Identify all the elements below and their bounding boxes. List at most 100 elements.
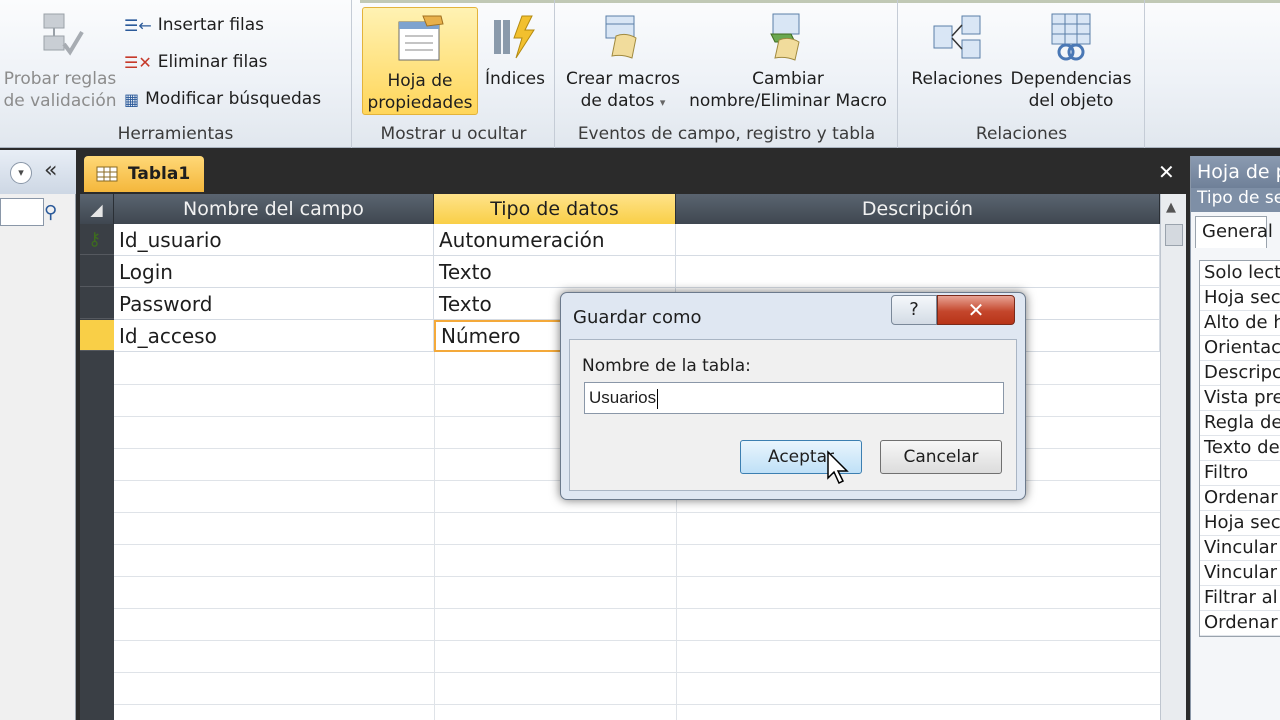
- grid-line: [114, 544, 1160, 545]
- relaciones-button[interactable]: Relaciones: [907, 12, 1007, 90]
- relaciones-label: Relaciones: [911, 69, 1003, 89]
- close-document-button[interactable]: ✕: [1158, 160, 1175, 184]
- navigation-pane: ▾ « ⚲: [0, 150, 76, 720]
- cell-data-type[interactable]: Autonumeración: [434, 224, 676, 256]
- modify-lookups-icon: ▦: [124, 89, 140, 109]
- property-item[interactable]: Alto de h: [1200, 311, 1280, 336]
- property-item[interactable]: Ordenar: [1200, 486, 1280, 511]
- property-sheet-pane: Hoja de p Tipo de se General Solo lectu …: [1190, 156, 1280, 720]
- property-item[interactable]: Hoja secu: [1200, 511, 1280, 536]
- select-all-corner[interactable]: ◢: [80, 194, 114, 224]
- property-item[interactable]: Ordenar: [1200, 611, 1280, 636]
- grid-line: [114, 608, 1160, 609]
- data-macro-icon: [605, 15, 637, 59]
- insert-rows-icon: ☰←: [124, 15, 152, 35]
- cell-field-name[interactable]: Login: [114, 256, 434, 288]
- cell-data-type[interactable]: Texto: [434, 256, 676, 288]
- nav-dropdown-button[interactable]: ▾: [10, 162, 32, 184]
- header-descripcion[interactable]: Descripción: [676, 194, 1160, 224]
- grid-column-line: [434, 352, 435, 720]
- group-mostrar-ocultar: Hoja de propiedades Índices Mostrar u oc…: [353, 0, 555, 148]
- hoja-propiedades-label-1: Hoja de: [387, 71, 453, 91]
- property-item[interactable]: Hoja secu: [1200, 286, 1280, 311]
- nav-search-input[interactable]: [0, 198, 44, 226]
- property-item[interactable]: Vista pre: [1200, 386, 1280, 411]
- property-item[interactable]: Solo lectu: [1200, 261, 1280, 286]
- dialog-title: Guardar como: [573, 307, 702, 328]
- insertar-filas-button[interactable]: ☰← Insertar filas: [124, 10, 264, 40]
- row-selector-column: ⚷: [80, 224, 114, 720]
- scroll-thumb[interactable]: [1165, 224, 1183, 246]
- property-sheet-title: Hoja de p: [1191, 156, 1280, 188]
- table-icon: [96, 166, 118, 182]
- header-nombre-campo[interactable]: Nombre del campo: [114, 194, 434, 224]
- property-item[interactable]: Filtro: [1200, 461, 1280, 486]
- property-item[interactable]: Regla de: [1200, 411, 1280, 436]
- indexes-icon: [494, 15, 535, 59]
- grid-line: [114, 576, 1160, 577]
- group-relaciones: Relaciones Dependencias del objeto Relac…: [899, 0, 1145, 148]
- property-item[interactable]: Orientaci: [1200, 336, 1280, 361]
- corner-triangle-icon: ◢: [90, 200, 103, 219]
- probar-reglas-label-1: Probar reglas: [3, 69, 117, 89]
- text-caret: [657, 388, 659, 409]
- property-item[interactable]: Filtrar al: [1200, 586, 1280, 611]
- dialog-close-button[interactable]: ✕: [937, 295, 1015, 325]
- modificar-busquedas-button[interactable]: ▦ Modificar búsquedas: [124, 84, 321, 114]
- indices-label: Índices: [485, 69, 545, 89]
- hoja-propiedades-label-2: propiedades: [367, 93, 473, 113]
- tab-tabla1[interactable]: Tabla1: [84, 156, 204, 192]
- group-herramientas: Probar reglas de validación ☰← Insertar …: [0, 0, 352, 148]
- search-icon[interactable]: ⚲: [44, 202, 57, 223]
- property-sheet-icon: [398, 15, 444, 61]
- eliminar-filas-button[interactable]: ☰✕ Eliminar filas: [124, 47, 268, 77]
- property-item[interactable]: Descripci: [1200, 361, 1280, 386]
- group-label-herramientas: Herramientas: [117, 124, 234, 144]
- indices-button[interactable]: Índices: [481, 12, 549, 90]
- cancelar-button[interactable]: Cancelar: [880, 440, 1002, 474]
- row-selector[interactable]: [80, 288, 114, 319]
- property-item[interactable]: Texto de: [1200, 436, 1280, 461]
- cambiar-nombre-macro-button[interactable]: Cambiar nombre/Eliminar Macro: [684, 12, 892, 112]
- object-dependencies-icon: [1051, 13, 1091, 61]
- table-name-value: Usuarios: [589, 388, 657, 407]
- table-name-label: Nombre de la tabla:: [582, 356, 751, 376]
- crear-macros-label-2: de datos ▾: [564, 90, 682, 114]
- cell-description[interactable]: [676, 224, 1160, 256]
- cell-field-name[interactable]: Id_acceso: [114, 320, 434, 352]
- cell-field-name[interactable]: Password: [114, 288, 434, 320]
- ribbon: Probar reglas de validación ☰← Insertar …: [0, 0, 1280, 148]
- vertical-scrollbar[interactable]: ▲: [1160, 194, 1186, 720]
- group-label-relaciones: Relaciones: [975, 124, 1068, 144]
- property-list: Solo lectu Hoja secu Alto de h Orientaci…: [1199, 260, 1280, 637]
- hoja-propiedades-button[interactable]: Hoja de propiedades: [362, 7, 478, 115]
- nav-collapse-button[interactable]: «: [44, 158, 57, 183]
- delete-rows-icon: ☰✕: [124, 52, 152, 72]
- crear-macros-button[interactable]: Crear macros de datos ▾: [564, 12, 682, 114]
- property-item[interactable]: Vincular: [1200, 561, 1280, 586]
- primary-key-icon: ⚷: [88, 229, 102, 250]
- relationships-icon: [933, 15, 981, 59]
- header-tipo-datos[interactable]: Tipo de datos: [434, 194, 676, 224]
- cambiar-label-2: nombre/Eliminar Macro: [689, 91, 887, 111]
- row-selector[interactable]: [80, 256, 114, 287]
- cell-description[interactable]: [676, 256, 1160, 288]
- validation-rules-icon: [43, 13, 84, 56]
- group-label-eventos: Eventos de campo, registro y tabla: [577, 124, 876, 144]
- cell-field-name[interactable]: Id_usuario: [114, 224, 434, 256]
- tab-label: Tabla1: [128, 164, 191, 184]
- crear-macros-label-1: Crear macros: [566, 69, 680, 89]
- dependencias-label-2: del objeto: [1028, 91, 1114, 111]
- property-item[interactable]: Vincular: [1200, 536, 1280, 561]
- row-selector[interactable]: ⚷: [80, 224, 114, 255]
- dependencias-label-1: Dependencias: [1010, 69, 1132, 89]
- row-selector-current[interactable]: [80, 320, 114, 351]
- grid-line: [114, 640, 1160, 641]
- scroll-up-icon[interactable]: ▲: [1166, 200, 1176, 215]
- tab-general[interactable]: General: [1195, 216, 1273, 248]
- help-button[interactable]: ?: [891, 295, 937, 325]
- dependencias-objeto-button[interactable]: Dependencias del objeto: [1009, 12, 1133, 112]
- probar-reglas-button[interactable]: Probar reglas de validación: [2, 10, 118, 112]
- group-eventos: Crear macros de datos ▾ Cambiar nombre/E…: [556, 0, 898, 148]
- table-name-input[interactable]: Usuarios: [584, 382, 1004, 414]
